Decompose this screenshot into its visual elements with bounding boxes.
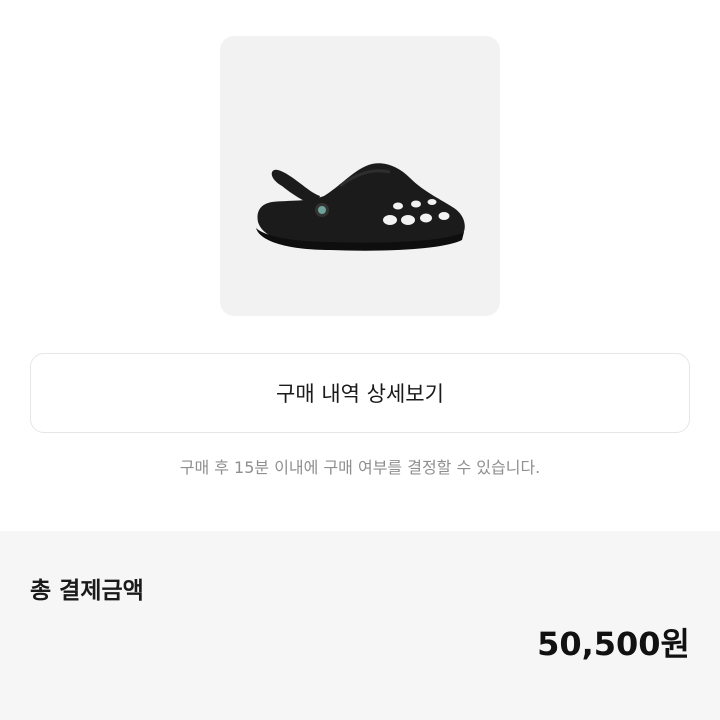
purchase-detail-button[interactable]: 구매 내역 상세보기 bbox=[30, 353, 690, 433]
purchase-decision-notice: 구매 후 15분 이내에 구매 여부를 결정할 수 있습니다. bbox=[179, 458, 541, 477]
product-image-card bbox=[220, 36, 500, 316]
purchase-detail-button-label: 구매 내역 상세보기 bbox=[276, 382, 444, 406]
total-payment-section: 총 결제금액 50,500원 bbox=[0, 531, 720, 720]
total-payment-label: 총 결제금액 bbox=[30, 578, 144, 604]
clog-shoe-icon bbox=[256, 163, 465, 251]
total-payment-amount: 50,500원 bbox=[537, 625, 690, 663]
purchase-summary-page: 구매 내역 상세보기 구매 후 15분 이내에 구매 여부를 결정할 수 있습니… bbox=[0, 0, 720, 720]
